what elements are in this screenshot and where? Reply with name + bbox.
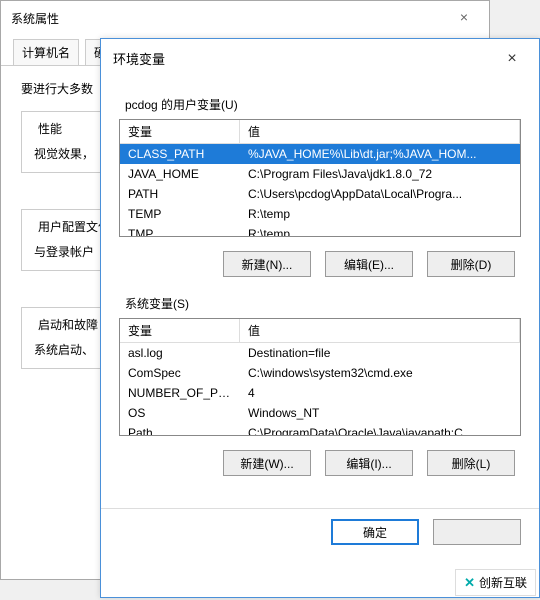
table-row[interactable]: TMP R:\temp [120, 224, 520, 237]
environment-variables-window: 环境变量 × pcdog 的用户变量(U) 变量 值 CLASS_PATH %J… [100, 38, 540, 598]
user-vars-label: pcdog 的用户变量(U) [125, 96, 521, 113]
back-window-title: 系统属性 [11, 10, 59, 27]
sys-new-button[interactable]: 新建(W)... [223, 450, 311, 476]
cancel-button[interactable] [433, 519, 521, 545]
group-startup-title: 启动和故障 [34, 316, 102, 333]
close-icon[interactable]: × [497, 50, 527, 68]
ok-button[interactable]: 确定 [331, 519, 419, 545]
table-row[interactable]: CLASS_PATH %JAVA_HOME%\Lib\dt.jar;%JAVA_… [120, 144, 520, 164]
group-performance-title: 性能 [34, 120, 66, 137]
sys-edit-button[interactable]: 编辑(I)... [325, 450, 413, 476]
watermark-text: 创新互联 [479, 574, 527, 591]
user-delete-button[interactable]: 删除(D) [427, 251, 515, 277]
table-row[interactable]: NUMBER_OF_PR... 4 [120, 383, 520, 403]
front-window-title: 环境变量 [113, 49, 165, 68]
tab-computer-name[interactable]: 计算机名 [13, 39, 79, 65]
table-row[interactable]: OS Windows_NT [120, 403, 520, 423]
table-row[interactable]: ComSpec C:\windows\system32\cmd.exe [120, 363, 520, 383]
table-row[interactable]: JAVA_HOME C:\Program Files\Java\jdk1.8.0… [120, 164, 520, 184]
sys-vars-label: 系统变量(S) [125, 295, 521, 312]
sys-delete-button[interactable]: 删除(L) [427, 450, 515, 476]
logo-icon: ✕ [464, 575, 475, 591]
user-edit-button[interactable]: 编辑(E)... [325, 251, 413, 277]
sys-vars-table[interactable]: 变量 值 asl.log Destination=file ComSpec C:… [119, 318, 521, 436]
user-vars-table[interactable]: 变量 值 CLASS_PATH %JAVA_HOME%\Lib\dt.jar;%… [119, 119, 521, 237]
close-icon[interactable]: × [449, 9, 479, 27]
col-header-name[interactable]: 变量 [120, 120, 240, 143]
watermark-logo: ✕ 创新互联 [455, 569, 536, 596]
table-row[interactable]: TEMP R:\temp [120, 204, 520, 224]
table-row[interactable]: Path C:\ProgramData\Oracle\Java\javapath… [120, 423, 520, 436]
col-header-name[interactable]: 变量 [120, 319, 240, 342]
col-header-value[interactable]: 值 [240, 120, 520, 143]
table-row[interactable]: asl.log Destination=file [120, 343, 520, 363]
table-row[interactable]: PATH C:\Users\pcdog\AppData\Local\Progra… [120, 184, 520, 204]
user-new-button[interactable]: 新建(N)... [223, 251, 311, 277]
col-header-value[interactable]: 值 [240, 319, 520, 342]
